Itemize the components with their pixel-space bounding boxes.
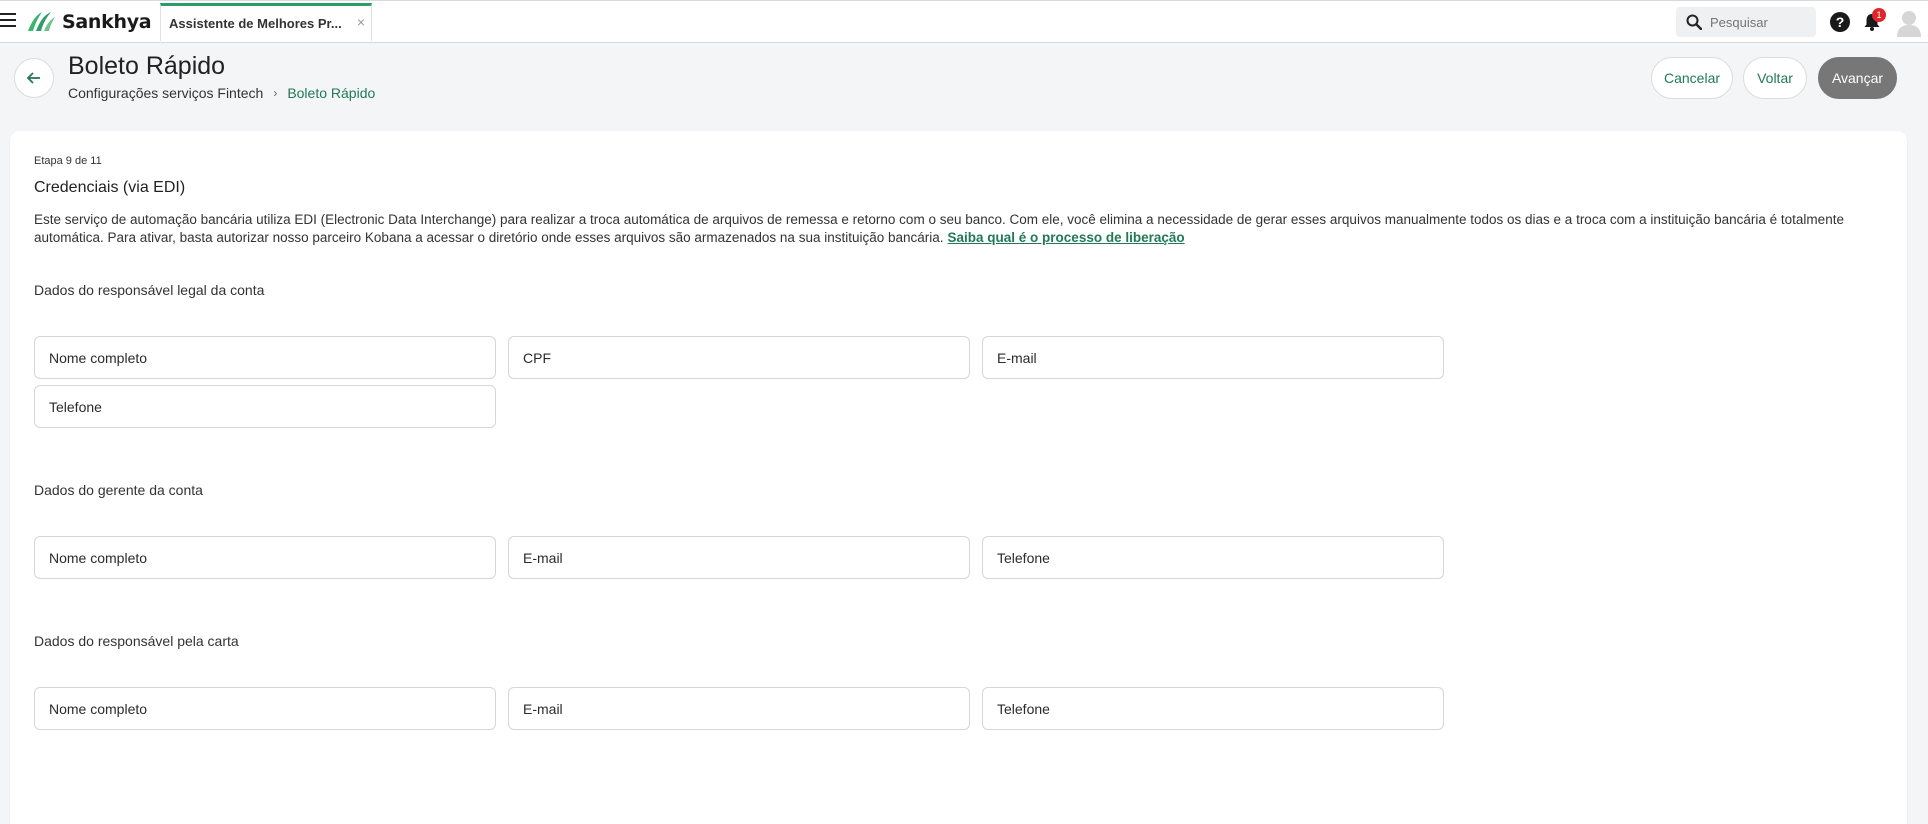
legal-section-title: Dados do responsável legal da conta <box>34 282 265 298</box>
letter-section-title: Dados do responsável pela carta <box>34 633 239 649</box>
back-button[interactable]: Voltar <box>1743 57 1807 99</box>
legal-phone-field[interactable] <box>34 385 496 428</box>
letter-phone-field[interactable] <box>982 687 1444 730</box>
tab-label: Assistente de Melhores Pr... <box>169 16 342 31</box>
legal-name-field[interactable] <box>34 336 496 379</box>
next-button[interactable]: Avançar <box>1818 57 1897 99</box>
legal-email-field[interactable] <box>982 336 1444 379</box>
manager-email-field[interactable] <box>508 536 970 579</box>
step-card: Etapa 9 de 11 Credenciais (via EDI) Este… <box>10 131 1907 824</box>
search-box[interactable] <box>1676 7 1816 37</box>
tab-assistente[interactable]: Assistente de Melhores Pr... × <box>160 3 372 41</box>
breadcrumb: Configurações serviços Fintech › Boleto … <box>68 85 375 101</box>
arrow-left-icon <box>26 72 40 84</box>
logo[interactable]: Sankhya <box>26 9 152 35</box>
description-text: Este serviço de automação bancária utili… <box>34 212 1844 245</box>
manager-section-title: Dados do gerente da conta <box>34 482 203 498</box>
top-bar: Sankhya Assistente de Melhores Pr... × ?… <box>0 0 1928 43</box>
letter-email-field[interactable] <box>508 687 970 730</box>
step-title: Credenciais (via EDI) <box>34 179 186 196</box>
help-icon[interactable]: ? <box>1830 12 1850 32</box>
avatar[interactable] <box>1896 9 1922 37</box>
chevron-right-icon: › <box>273 86 278 100</box>
breadcrumb-parent[interactable]: Configurações serviços Fintech <box>68 85 263 101</box>
release-process-link[interactable]: Saiba qual é o processo de liberação <box>948 230 1185 245</box>
close-icon[interactable]: × <box>357 14 365 30</box>
step-indicator: Etapa 9 de 11 <box>34 155 102 167</box>
menu-icon[interactable] <box>0 13 18 31</box>
brand-name: Sankhya <box>62 11 152 33</box>
cancel-button[interactable]: Cancelar <box>1651 57 1733 99</box>
search-input[interactable] <box>1710 14 1810 30</box>
letter-name-field[interactable] <box>34 687 496 730</box>
step-description: Este serviço de automação bancária utili… <box>34 211 1874 247</box>
legal-cpf-field[interactable] <box>508 336 970 379</box>
back-arrow-button[interactable] <box>14 58 54 98</box>
manager-phone-field[interactable] <box>982 536 1444 579</box>
manager-name-field[interactable] <box>34 536 496 579</box>
breadcrumb-current: Boleto Rápido <box>287 85 376 101</box>
page-title: Boleto Rápido <box>68 52 226 80</box>
sankhya-logo-icon <box>28 12 55 31</box>
search-icon <box>1686 14 1702 30</box>
notification-badge: 1 <box>1872 8 1886 22</box>
